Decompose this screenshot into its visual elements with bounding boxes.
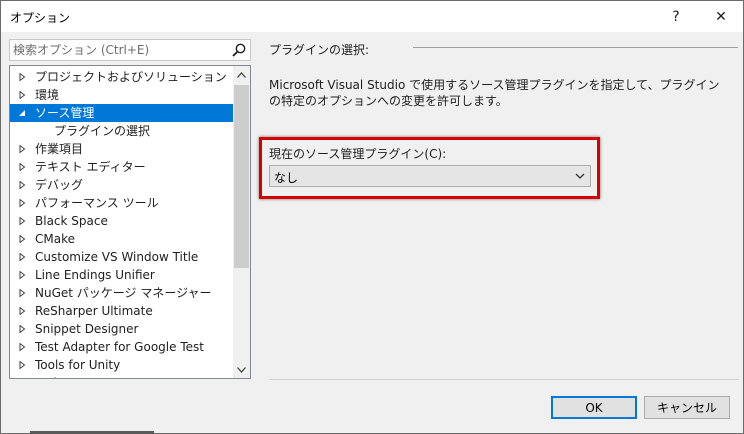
scroll-down-button[interactable] — [233, 361, 250, 378]
tree-item-label: パフォーマンス ツール — [35, 196, 159, 210]
description-text: Microsoft Visual Studio で使用するソース管理プラグインを… — [269, 78, 720, 108]
collapsed-arrow-icon[interactable] — [18, 181, 26, 189]
tree-list: プロジェクトおよびソリューション 環境ソース管理プラグインの選択作業項目テキスト … — [10, 68, 233, 378]
tree-item[interactable]: 作業項目 — [10, 140, 233, 158]
collapsed-arrow-icon[interactable] — [18, 361, 26, 369]
close-button[interactable]: ✕ — [698, 1, 744, 32]
collapsed-arrow-icon[interactable] — [18, 289, 26, 297]
tree-item[interactable]: Web — [10, 374, 233, 378]
collapsed-arrow-icon[interactable] — [18, 73, 26, 81]
tree-item-label: CMake — [35, 232, 75, 246]
tree-item[interactable]: テキスト エディター — [10, 158, 233, 176]
tree-item-label: Snippet Designer — [35, 322, 139, 336]
tree-item[interactable]: Customize VS Window Title — [10, 248, 233, 266]
tree-item[interactable]: ReSharper Ultimate — [10, 302, 233, 320]
plugin-field-label: 現在のソース管理プラグイン(C): — [269, 147, 447, 161]
tree-item[interactable]: NuGet パッケージ マネージャー — [10, 284, 233, 302]
tree-item-label: ReSharper Ultimate — [35, 304, 153, 318]
tree-item-label: 作業項目 — [35, 142, 84, 156]
collapsed-arrow-icon[interactable] — [18, 271, 26, 279]
collapsed-arrow-icon[interactable] — [18, 163, 26, 171]
tree-item[interactable]: Snippet Designer — [10, 320, 233, 338]
tree-item[interactable]: CMake — [10, 230, 233, 248]
window-title: オプション — [10, 11, 71, 25]
tree-item[interactable]: Black Space — [10, 212, 233, 230]
collapsed-arrow-icon[interactable] — [18, 91, 26, 99]
tree-item-label: Black Space — [35, 214, 108, 228]
tree-item[interactable]: プロジェクトおよびソリューション — [10, 68, 233, 86]
help-button[interactable]: ? — [653, 1, 699, 32]
tree-item[interactable]: ソース管理 — [10, 104, 233, 122]
tree-item-label: Web — [35, 374, 61, 378]
source-control-plugin-select[interactable]: なし — [269, 165, 591, 187]
tree-item[interactable]: 環境 — [10, 86, 233, 104]
tree-item-label: Tools for Unity — [35, 358, 121, 372]
options-dialog: オプション ? ✕ プロジェクトおよびソリューション環境ソース管理プラグインの選… — [0, 0, 744, 434]
bottom-divider — [269, 379, 739, 380]
tree-item-label: Test Adapter for Google Test — [35, 340, 204, 354]
select-value: なし — [274, 171, 299, 185]
tree-item-label: Line Endings Unifier — [35, 268, 155, 282]
expanded-arrow-icon[interactable] — [18, 109, 26, 117]
search-box — [9, 39, 251, 61]
vertical-scrollbar[interactable] — [233, 66, 250, 378]
help-icon: ? — [672, 8, 680, 25]
collapsed-arrow-icon[interactable] — [18, 145, 26, 153]
tree-item[interactable]: Test Adapter for Google Test — [10, 338, 233, 356]
chevron-down-icon — [237, 366, 246, 373]
collapsed-arrow-icon[interactable] — [18, 217, 26, 225]
tree-item-label: ソース管理 — [35, 106, 95, 120]
tree-item-label: デバッグ — [35, 178, 84, 192]
scrollbar-thumb[interactable] — [234, 85, 249, 268]
tree-item[interactable]: パフォーマンス ツール — [10, 194, 233, 212]
chevron-down-icon — [575, 173, 585, 179]
tree-item[interactable]: Line Endings Unifier — [10, 266, 233, 284]
collapsed-arrow-icon[interactable] — [18, 307, 26, 315]
tree-item-label: Customize VS Window Title — [35, 250, 199, 264]
ok-button[interactable]: OK — [551, 396, 637, 419]
tree-item-label: テキスト エディター — [35, 160, 146, 174]
collapsed-arrow-icon[interactable] — [18, 343, 26, 351]
collapsed-arrow-icon[interactable] — [18, 199, 26, 207]
tree-subitem[interactable]: プラグインの選択 — [10, 122, 233, 140]
cancel-button[interactable]: キャンセル — [644, 396, 730, 419]
title-bar: オプション ? ✕ — [1, 1, 743, 32]
search-input[interactable] — [13, 42, 223, 58]
tree-item-label: プロジェクトおよびソリューション — [35, 70, 227, 84]
section-title: プラグインの選択: — [269, 43, 370, 57]
options-tree: プロジェクトおよびソリューション 環境ソース管理プラグインの選択作業項目テキスト … — [9, 65, 251, 379]
tree-item[interactable]: デバッグ — [10, 176, 233, 194]
collapsed-arrow-icon[interactable] — [18, 235, 26, 243]
chevron-up-icon — [237, 71, 246, 78]
section-divider — [413, 47, 738, 48]
collapsed-arrow-icon[interactable] — [18, 325, 26, 333]
collapsed-arrow-icon[interactable] — [18, 253, 26, 261]
tree-item-label: 環境 — [35, 88, 60, 102]
tree-item[interactable]: Tools for Unity — [10, 356, 233, 374]
tree-item-label: NuGet パッケージ マネージャー — [35, 286, 212, 300]
search-icon[interactable] — [231, 42, 247, 58]
scroll-up-button[interactable] — [233, 66, 250, 83]
close-icon: ✕ — [715, 8, 727, 25]
tree-item-label: プラグインの選択 — [54, 124, 151, 138]
